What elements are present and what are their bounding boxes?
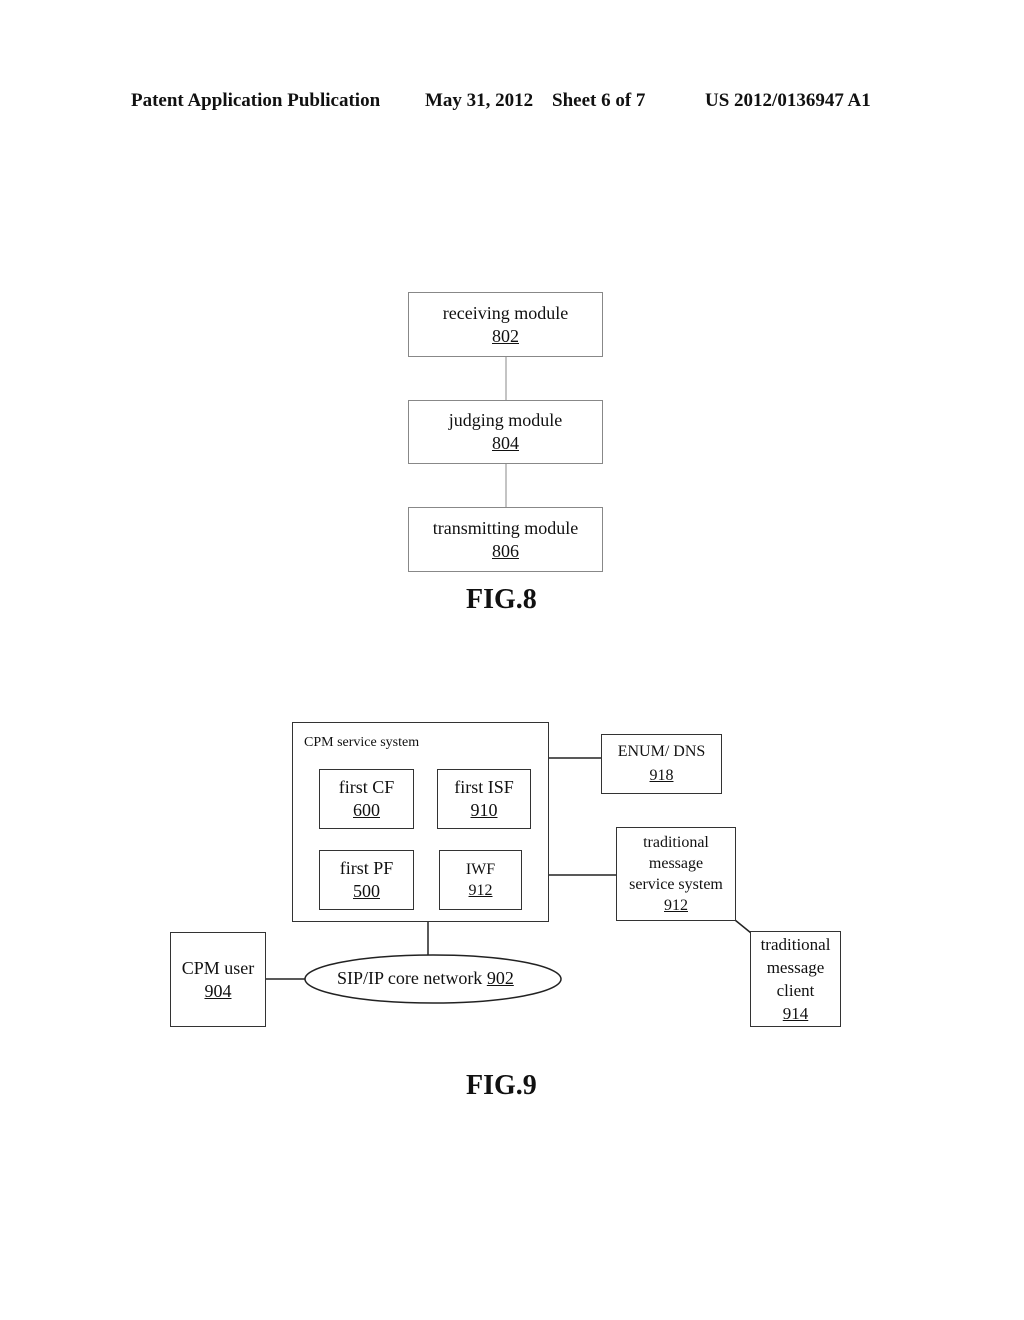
first-isf: first ISF 910 — [437, 769, 531, 829]
module-ref: 806 — [492, 540, 519, 561]
component-ref: 600 — [353, 800, 380, 820]
module-ref: 802 — [492, 325, 519, 346]
figure-caption-8: FIG.8 — [466, 584, 537, 615]
tmc-label-line: client — [776, 981, 815, 1000]
core-network-label: SIP/IP core network 902 — [337, 968, 514, 989]
component-ref: 912 — [468, 882, 493, 899]
traditional-message-service-system: traditional message service system 912 — [616, 827, 736, 921]
cpm-user-ref: 904 — [204, 980, 232, 1001]
cpm-user-label: CPM user — [181, 957, 255, 978]
judging-module: judging module 804 — [408, 400, 603, 464]
connector-lines — [266, 357, 752, 1004]
tmc-label-line: traditional — [760, 935, 831, 954]
receiving-module: receiving module 802 — [408, 292, 603, 357]
core-network-name: SIP/IP core network — [337, 968, 483, 988]
iwf: IWF 912 — [439, 850, 522, 910]
tmss-label-line: traditional — [643, 834, 709, 851]
tmc-label-line: message — [766, 958, 825, 977]
component-ref: 910 — [470, 800, 498, 820]
connector-traditional-client — [734, 919, 752, 934]
core-network-ref: 902 — [486, 968, 514, 988]
component-label: first CF — [338, 777, 395, 797]
module-label: receiving module — [442, 302, 569, 323]
tmc-ref: 914 — [782, 1004, 809, 1023]
tmss-label-line: service system — [629, 876, 723, 893]
traditional-message-client: traditional message client 914 — [750, 931, 841, 1027]
first-pf: first PF 500 — [319, 850, 414, 910]
transmitting-module: transmitting module 806 — [408, 507, 603, 572]
figure-caption-9: FIG.9 — [466, 1070, 537, 1101]
component-label: IWF — [465, 861, 496, 878]
component-label: first ISF — [454, 777, 514, 797]
enum-dns-ref: 918 — [649, 767, 674, 784]
module-label: judging module — [448, 410, 563, 430]
tmss-label-line: message — [648, 855, 704, 872]
enum-dns-label: ENUM/ DNS — [617, 743, 706, 760]
tmss-ref: 912 — [664, 897, 688, 914]
component-label: first PF — [339, 858, 394, 878]
component-ref: 500 — [353, 881, 380, 901]
cpm-service-system-label: CPM service system — [304, 735, 420, 750]
module-ref: 804 — [492, 433, 519, 453]
module-label: transmitting module — [432, 517, 579, 538]
enum-dns: ENUM/ DNS 918 — [601, 734, 722, 794]
cpm-user: CPM user 904 — [170, 932, 266, 1027]
first-cf: first CF 600 — [319, 769, 414, 829]
